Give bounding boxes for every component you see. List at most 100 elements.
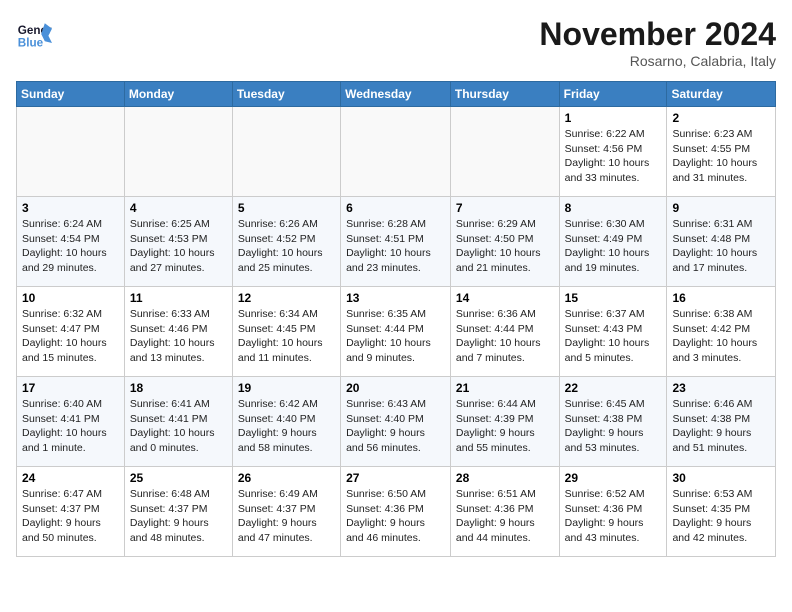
- day-number: 11: [130, 291, 227, 305]
- day-info: Sunrise: 6:25 AM Sunset: 4:53 PM Dayligh…: [130, 217, 227, 276]
- calendar-cell: 5Sunrise: 6:26 AM Sunset: 4:52 PM Daylig…: [232, 197, 340, 287]
- calendar-week-row: 17 Sunrise: 6:40 AM Sunset: 4:41 PM Dayli…: [17, 377, 776, 467]
- day-number: 10: [22, 291, 119, 305]
- day-number: 21: [456, 381, 554, 395]
- location-subtitle: Rosarno, Calabria, Italy: [539, 53, 776, 69]
- day-info: Sunrise: 6:43 AM Sunset: 4:40 PM Dayligh…: [346, 397, 445, 456]
- calendar-cell: 17 Sunrise: 6:40 AM Sunset: 4:41 PM Dayli…: [17, 377, 125, 467]
- calendar-cell: 19 Sunrise: 6:42 AM Sunset: 4:40 PM Dayli…: [232, 377, 340, 467]
- calendar-cell: 27 Sunrise: 6:50 AM Sunset: 4:36 PM Dayli…: [341, 467, 451, 557]
- calendar-cell: 24 Sunrise: 6:47 AM Sunset: 4:37 PM Dayli…: [17, 467, 125, 557]
- calendar-cell: 2Sunrise: 6:23 AM Sunset: 4:55 PM Daylig…: [667, 107, 776, 197]
- calendar-cell: 21 Sunrise: 6:44 AM Sunset: 4:39 PM Dayli…: [450, 377, 559, 467]
- day-number: 27: [346, 471, 445, 485]
- day-info: Sunrise: 6:51 AM Sunset: 4:36 PM Dayligh…: [456, 487, 554, 546]
- calendar-header-row: SundayMondayTuesdayWednesdayThursdayFrid…: [17, 82, 776, 107]
- calendar-cell: 28 Sunrise: 6:51 AM Sunset: 4:36 PM Dayli…: [450, 467, 559, 557]
- day-info: Sunrise: 6:36 AM Sunset: 4:44 PM Dayligh…: [456, 307, 554, 366]
- day-number: 29: [565, 471, 662, 485]
- day-number: 30: [672, 471, 770, 485]
- calendar-day-header: Friday: [559, 82, 667, 107]
- day-number: 6: [346, 201, 445, 215]
- day-number: 9: [672, 201, 770, 215]
- calendar-cell: 16 Sunrise: 6:38 AM Sunset: 4:42 PM Dayli…: [667, 287, 776, 377]
- calendar-cell: 13 Sunrise: 6:35 AM Sunset: 4:44 PM Dayli…: [341, 287, 451, 377]
- calendar-week-row: 10 Sunrise: 6:32 AM Sunset: 4:47 PM Dayli…: [17, 287, 776, 377]
- day-number: 15: [565, 291, 662, 305]
- calendar-cell: 9 Sunrise: 6:31 AM Sunset: 4:48 PM Daylig…: [667, 197, 776, 287]
- calendar-day-header: Thursday: [450, 82, 559, 107]
- page-header: General Blue November 2024 Rosarno, Cala…: [16, 16, 776, 69]
- calendar-cell: [17, 107, 125, 197]
- calendar-day-header: Wednesday: [341, 82, 451, 107]
- calendar-week-row: 1 Sunrise: 6:22 AM Sunset: 4:56 PM Daylig…: [17, 107, 776, 197]
- day-info: Sunrise: 6:41 AM Sunset: 4:41 PM Dayligh…: [130, 397, 227, 456]
- day-info: Sunrise: 6:47 AM Sunset: 4:37 PM Dayligh…: [22, 487, 119, 546]
- calendar-day-header: Tuesday: [232, 82, 340, 107]
- day-number: 4: [130, 201, 227, 215]
- day-info: Sunrise: 6:42 AM Sunset: 4:40 PM Dayligh…: [238, 397, 335, 456]
- day-info: Sunrise: 6:22 AM Sunset: 4:56 PM Dayligh…: [565, 127, 662, 186]
- svg-text:Blue: Blue: [18, 37, 44, 50]
- calendar-cell: 25Sunrise: 6:48 AM Sunset: 4:37 PM Dayli…: [124, 467, 232, 557]
- day-number: 5: [238, 201, 335, 215]
- day-number: 13: [346, 291, 445, 305]
- calendar-cell: 29 Sunrise: 6:52 AM Sunset: 4:36 PM Dayli…: [559, 467, 667, 557]
- day-number: 18: [130, 381, 227, 395]
- day-info: Sunrise: 6:28 AM Sunset: 4:51 PM Dayligh…: [346, 217, 445, 276]
- day-number: 28: [456, 471, 554, 485]
- calendar-cell: 30 Sunrise: 6:53 AM Sunset: 4:35 PM Dayli…: [667, 467, 776, 557]
- calendar-cell: [450, 107, 559, 197]
- calendar-cell: 23 Sunrise: 6:46 AM Sunset: 4:38 PM Dayli…: [667, 377, 776, 467]
- calendar-cell: 15 Sunrise: 6:37 AM Sunset: 4:43 PM Dayli…: [559, 287, 667, 377]
- day-number: 8: [565, 201, 662, 215]
- day-number: 1: [565, 111, 662, 125]
- day-info: Sunrise: 6:33 AM Sunset: 4:46 PM Dayligh…: [130, 307, 227, 366]
- day-number: 22: [565, 381, 662, 395]
- calendar-table: SundayMondayTuesdayWednesdayThursdayFrid…: [16, 81, 776, 557]
- calendar-body: 1 Sunrise: 6:22 AM Sunset: 4:56 PM Daylig…: [17, 107, 776, 557]
- day-number: 25: [130, 471, 227, 485]
- title-block: November 2024 Rosarno, Calabria, Italy: [539, 16, 776, 69]
- calendar-cell: 26Sunrise: 6:49 AM Sunset: 4:37 PM Dayli…: [232, 467, 340, 557]
- day-info: Sunrise: 6:52 AM Sunset: 4:36 PM Dayligh…: [565, 487, 662, 546]
- calendar-cell: 12Sunrise: 6:34 AM Sunset: 4:45 PM Dayli…: [232, 287, 340, 377]
- day-info: Sunrise: 6:31 AM Sunset: 4:48 PM Dayligh…: [672, 217, 770, 276]
- calendar-cell: [232, 107, 340, 197]
- calendar-cell: 22Sunrise: 6:45 AM Sunset: 4:38 PM Dayli…: [559, 377, 667, 467]
- calendar-cell: 14 Sunrise: 6:36 AM Sunset: 4:44 PM Dayli…: [450, 287, 559, 377]
- calendar-cell: 8Sunrise: 6:30 AM Sunset: 4:49 PM Daylig…: [559, 197, 667, 287]
- day-info: Sunrise: 6:40 AM Sunset: 4:41 PM Dayligh…: [22, 397, 119, 456]
- calendar-cell: 3Sunrise: 6:24 AM Sunset: 4:54 PM Daylig…: [17, 197, 125, 287]
- calendar-day-header: Sunday: [17, 82, 125, 107]
- calendar-cell: [341, 107, 451, 197]
- day-info: Sunrise: 6:34 AM Sunset: 4:45 PM Dayligh…: [238, 307, 335, 366]
- day-info: Sunrise: 6:46 AM Sunset: 4:38 PM Dayligh…: [672, 397, 770, 456]
- day-info: Sunrise: 6:32 AM Sunset: 4:47 PM Dayligh…: [22, 307, 119, 366]
- calendar-week-row: 24 Sunrise: 6:47 AM Sunset: 4:37 PM Dayli…: [17, 467, 776, 557]
- calendar-cell: 20 Sunrise: 6:43 AM Sunset: 4:40 PM Dayli…: [341, 377, 451, 467]
- day-info: Sunrise: 6:37 AM Sunset: 4:43 PM Dayligh…: [565, 307, 662, 366]
- day-info: Sunrise: 6:35 AM Sunset: 4:44 PM Dayligh…: [346, 307, 445, 366]
- day-info: Sunrise: 6:53 AM Sunset: 4:35 PM Dayligh…: [672, 487, 770, 546]
- day-number: 14: [456, 291, 554, 305]
- day-info: Sunrise: 6:50 AM Sunset: 4:36 PM Dayligh…: [346, 487, 445, 546]
- day-number: 17: [22, 381, 119, 395]
- calendar-cell: 7Sunrise: 6:29 AM Sunset: 4:50 PM Daylig…: [450, 197, 559, 287]
- day-number: 19: [238, 381, 335, 395]
- calendar-cell: 18 Sunrise: 6:41 AM Sunset: 4:41 PM Dayli…: [124, 377, 232, 467]
- calendar-day-header: Monday: [124, 82, 232, 107]
- day-number: 23: [672, 381, 770, 395]
- calendar-week-row: 3Sunrise: 6:24 AM Sunset: 4:54 PM Daylig…: [17, 197, 776, 287]
- day-number: 20: [346, 381, 445, 395]
- day-number: 16: [672, 291, 770, 305]
- day-info: Sunrise: 6:38 AM Sunset: 4:42 PM Dayligh…: [672, 307, 770, 366]
- day-number: 2: [672, 111, 770, 125]
- calendar-cell: 11 Sunrise: 6:33 AM Sunset: 4:46 PM Dayli…: [124, 287, 232, 377]
- logo-icon: General Blue: [16, 16, 52, 52]
- day-info: Sunrise: 6:44 AM Sunset: 4:39 PM Dayligh…: [456, 397, 554, 456]
- day-number: 24: [22, 471, 119, 485]
- calendar-cell: 6 Sunrise: 6:28 AM Sunset: 4:51 PM Daylig…: [341, 197, 451, 287]
- calendar-cell: 10 Sunrise: 6:32 AM Sunset: 4:47 PM Dayli…: [17, 287, 125, 377]
- day-info: Sunrise: 6:29 AM Sunset: 4:50 PM Dayligh…: [456, 217, 554, 276]
